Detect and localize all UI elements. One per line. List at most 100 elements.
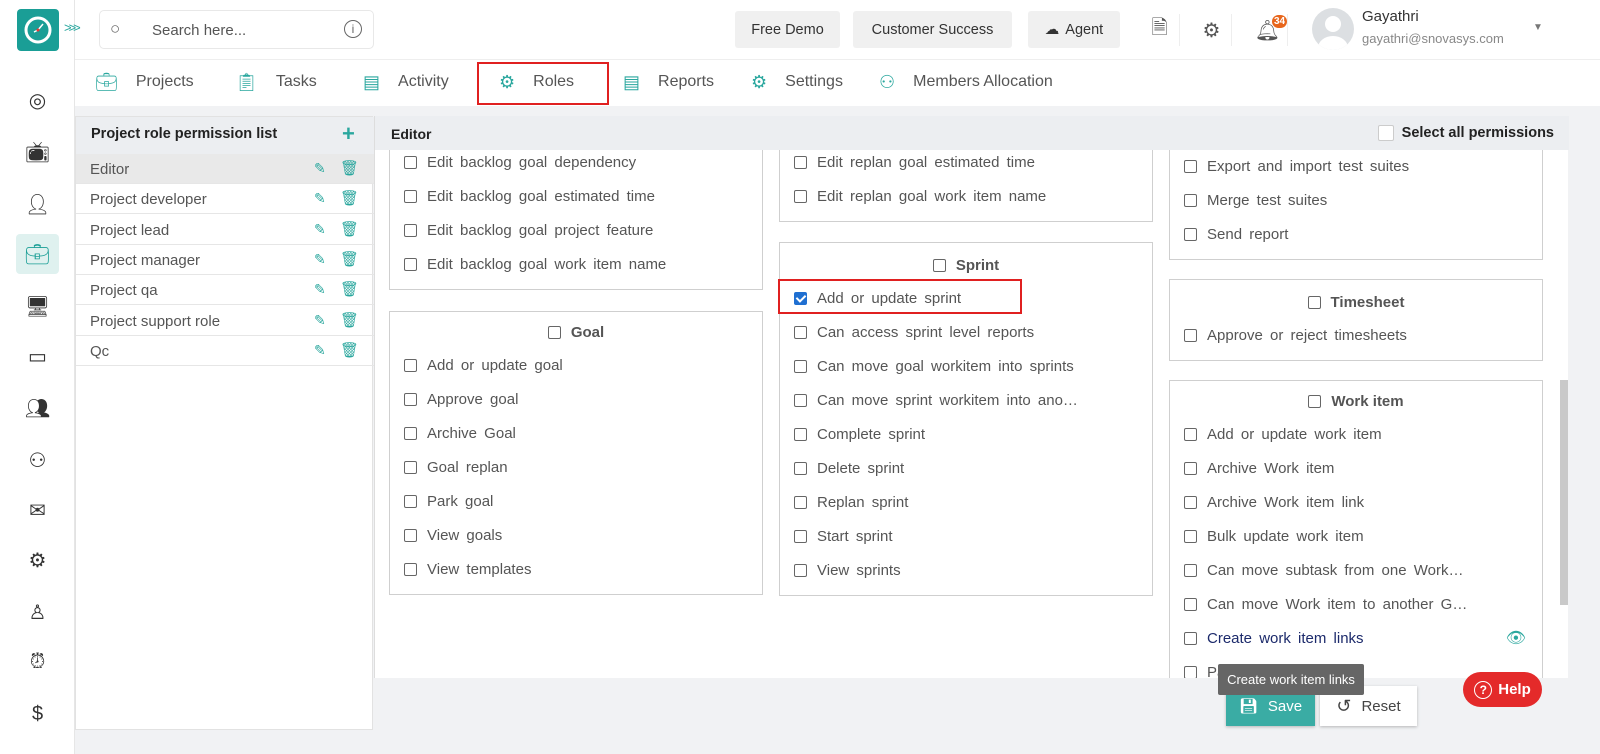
- role-list-item[interactable]: Project support role ✎ 🗑︎: [76, 306, 374, 336]
- alarm-icon[interactable]: ⏰︎: [16, 642, 59, 682]
- permission-checkbox[interactable]: [1184, 665, 1197, 678]
- group-header[interactable]: Goal: [390, 316, 762, 348]
- permission-checkbox[interactable]: [1184, 563, 1197, 577]
- permission-checkbox[interactable]: [404, 392, 417, 406]
- permission-item[interactable]: Edit replan goal work item name: [780, 179, 1152, 213]
- scrollbar[interactable]: [1560, 380, 1568, 605]
- permission-checkbox[interactable]: [794, 495, 807, 509]
- permission-item[interactable]: Archive Work item link: [1170, 485, 1542, 519]
- permission-item[interactable]: Park goal: [390, 484, 762, 518]
- team-icon[interactable]: ⚇: [16, 440, 59, 480]
- permission-item[interactable]: Approve or reject timesheets: [1170, 318, 1542, 352]
- permission-item[interactable]: View goals: [390, 518, 762, 552]
- role-list-item[interactable]: Editor ✎ 🗑︎: [76, 154, 374, 184]
- permission-item[interactable]: Add or update goal: [390, 348, 762, 382]
- projects-icon[interactable]: 💼︎: [16, 234, 59, 274]
- permission-checkbox[interactable]: [404, 358, 417, 372]
- role-list-item[interactable]: Project manager ✎ 🗑︎: [76, 245, 374, 275]
- permission-checkbox[interactable]: [794, 189, 807, 203]
- permission-item[interactable]: Edit backlog goal project feature: [390, 213, 762, 247]
- free-demo-button[interactable]: Free Demo: [735, 11, 840, 48]
- permission-item[interactable]: Goal replan: [390, 450, 762, 484]
- permission-item[interactable]: View templates: [390, 552, 762, 586]
- delete-icon[interactable]: 🗑︎: [340, 341, 359, 359]
- permission-checkbox[interactable]: [404, 528, 417, 542]
- permission-item[interactable]: Archive Goal: [390, 416, 762, 450]
- select-all-checkbox[interactable]: [1377, 125, 1394, 141]
- permission-item[interactable]: Complete sprint: [780, 417, 1152, 451]
- group-header[interactable]: Timesheet: [1170, 286, 1542, 318]
- group-checkbox[interactable]: [1308, 394, 1322, 408]
- permission-item[interactable]: Edit backlog goal work item name: [390, 247, 762, 281]
- permission-item[interactable]: Can access sprint level reports: [780, 315, 1152, 349]
- permission-item[interactable]: Archive Work item: [1170, 451, 1542, 485]
- permission-checkbox[interactable]: [404, 223, 417, 237]
- group-checkbox[interactable]: [1307, 295, 1321, 309]
- permission-checkbox[interactable]: [404, 189, 417, 203]
- group-header[interactable]: Work item: [1170, 385, 1542, 417]
- permission-checkbox[interactable]: [404, 426, 417, 440]
- permission-checkbox[interactable]: [794, 393, 807, 407]
- tab-reports[interactable]: ▤ Reports: [623, 60, 714, 104]
- delete-icon[interactable]: 🗑︎: [340, 280, 359, 298]
- permission-item[interactable]: Can move sprint workitem into ano…: [780, 383, 1152, 417]
- select-all-permissions[interactable]: Select all permissions: [1377, 125, 1554, 141]
- permission-item[interactable]: Export and import test suites: [1170, 150, 1542, 183]
- help-button[interactable]: ? Help: [1463, 672, 1542, 707]
- profile-icon[interactable]: ♙: [16, 592, 59, 632]
- edit-icon[interactable]: ✎: [314, 342, 326, 359]
- dashboard-icon[interactable]: ◎: [16, 80, 59, 120]
- permission-item[interactable]: View sprints: [780, 553, 1152, 587]
- permission-checkbox[interactable]: [404, 155, 417, 169]
- permission-item[interactable]: Can move subtask from one Work…: [1170, 553, 1542, 587]
- delete-icon[interactable]: 🗑︎: [340, 189, 359, 207]
- invoice-icon[interactable]: $: [16, 694, 59, 734]
- edit-icon[interactable]: ✎: [314, 281, 326, 298]
- permission-item[interactable]: Can move goal workitem into sprints: [780, 349, 1152, 383]
- role-list-item[interactable]: Project developer ✎ 🗑︎: [76, 184, 374, 215]
- delete-icon[interactable]: 🗑︎: [340, 250, 359, 268]
- role-list-item[interactable]: Qc ✎ 🗑︎: [76, 336, 374, 366]
- permission-item[interactable]: Add or update work item: [1170, 417, 1542, 451]
- edit-icon[interactable]: ✎: [314, 312, 326, 329]
- group-checkbox[interactable]: [547, 325, 561, 339]
- user-icon[interactable]: 👤︎: [16, 184, 59, 224]
- permission-checkbox[interactable]: [404, 494, 417, 508]
- permission-item[interactable]: Start sprint: [780, 519, 1152, 553]
- settings-icon[interactable]: ⚙: [16, 540, 59, 580]
- permission-checkbox[interactable]: [404, 460, 417, 474]
- app-logo[interactable]: [17, 9, 59, 51]
- document-icon[interactable]: 🗎: [1140, 14, 1180, 46]
- monitor-icon[interactable]: 🖥︎: [16, 286, 59, 326]
- avatar[interactable]: [1312, 8, 1354, 50]
- permission-checkbox[interactable]: [1184, 495, 1197, 509]
- tab-projects[interactable]: 💼︎ Projects: [95, 60, 194, 104]
- permission-item[interactable]: Replan sprint: [780, 485, 1152, 519]
- mail-icon[interactable]: ✉: [16, 490, 59, 530]
- info-icon[interactable]: i: [344, 20, 362, 38]
- permission-checkbox[interactable]: [794, 427, 807, 441]
- permission-item[interactable]: Can move Work item to another G…: [1170, 587, 1542, 621]
- permission-item[interactable]: Approve goal: [390, 382, 762, 416]
- permission-checkbox[interactable]: [794, 155, 807, 169]
- agent-button[interactable]: ☁ Agent: [1028, 11, 1120, 48]
- permission-item[interactable]: Edit backlog goal estimated time: [390, 179, 762, 213]
- permission-checkbox[interactable]: [1184, 328, 1197, 342]
- edit-icon[interactable]: ✎: [314, 251, 326, 268]
- permission-checkbox[interactable]: [794, 529, 807, 543]
- role-list-item[interactable]: Project qa ✎ 🗑︎: [76, 275, 374, 306]
- permission-checkbox[interactable]: [1184, 227, 1197, 241]
- user-menu-chevron-icon[interactable]: ▼: [1533, 22, 1543, 33]
- customer-success-button[interactable]: Customer Success: [853, 11, 1012, 48]
- edit-icon[interactable]: ✎: [314, 190, 326, 207]
- delete-icon[interactable]: 🗑︎: [340, 311, 359, 329]
- permission-checkbox[interactable]: [404, 562, 417, 576]
- tv-icon[interactable]: 📺︎: [16, 132, 59, 172]
- permission-checkbox[interactable]: [1184, 461, 1197, 475]
- permission-checkbox[interactable]: [794, 359, 807, 373]
- permission-checkbox[interactable]: [1184, 193, 1197, 207]
- permission-checkbox[interactable]: [1184, 427, 1197, 441]
- edit-icon[interactable]: ✎: [314, 160, 326, 177]
- delete-icon[interactable]: 🗑︎: [340, 220, 359, 238]
- settings-gear-icon[interactable]: ⚙: [1192, 14, 1232, 46]
